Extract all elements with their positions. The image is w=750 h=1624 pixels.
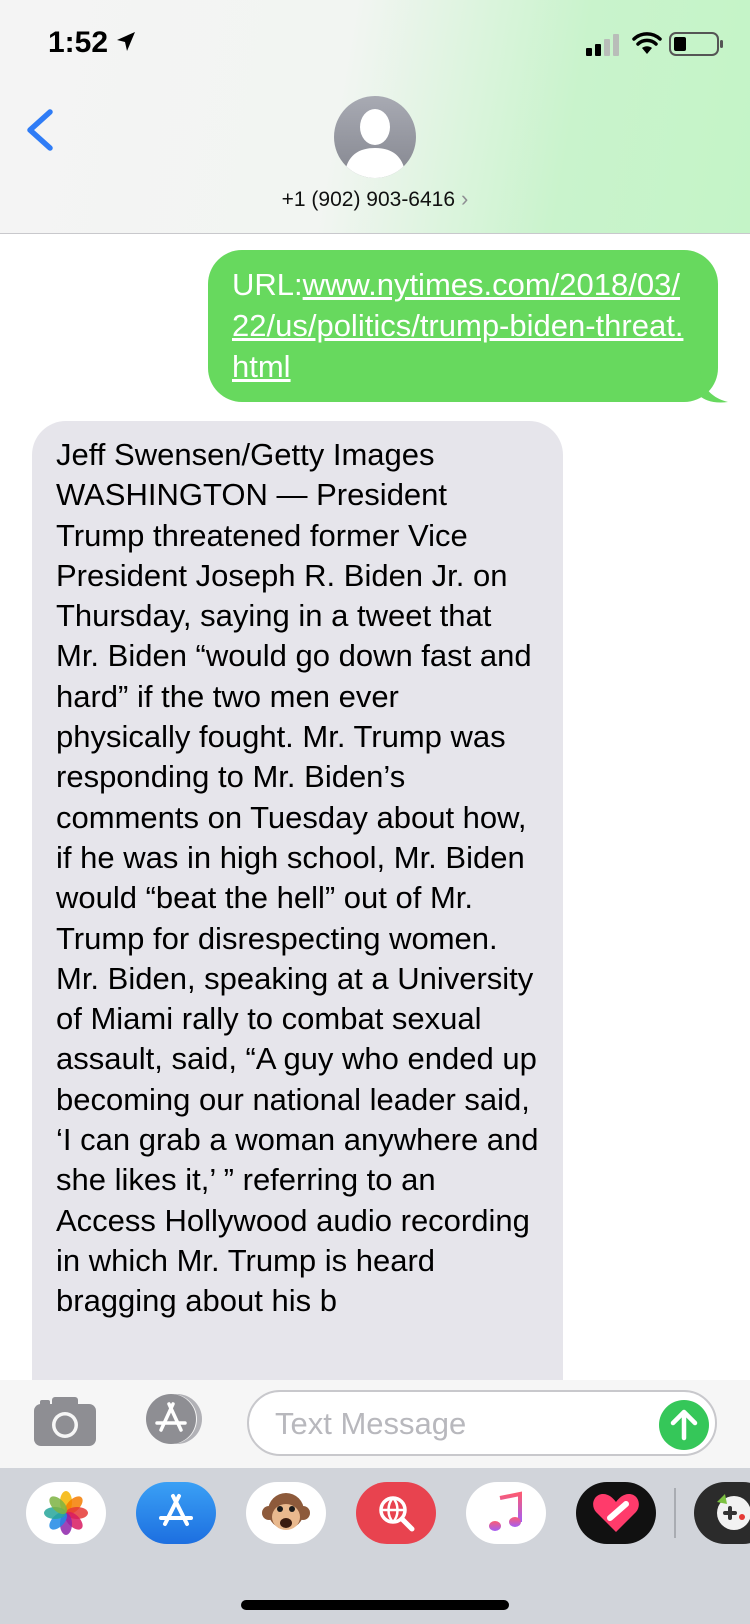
- heart-app-button[interactable]: [576, 1482, 656, 1544]
- status-time: 1:52: [48, 26, 109, 59]
- sent-message-bubble[interactable]: URL:www.nytimes.com/2018/03/22/us/politi…: [208, 250, 718, 402]
- location-arrow-icon: [117, 32, 135, 51]
- photos-app-button[interactable]: [26, 1482, 106, 1544]
- battery-icon: [669, 32, 723, 56]
- home-indicator[interactable]: [241, 1600, 509, 1610]
- message-text-field[interactable]: [247, 1390, 717, 1456]
- camera-button[interactable]: [32, 1394, 98, 1453]
- sent-message-text: URL:www.nytimes.com/2018/03/22/us/politi…: [232, 264, 694, 387]
- game-app-button[interactable]: [694, 1482, 750, 1544]
- contact-avatar[interactable]: [334, 96, 416, 178]
- wifi-icon: [632, 32, 662, 54]
- app-drawer-divider: [674, 1488, 676, 1538]
- app-store-icon: [159, 1494, 193, 1526]
- send-button[interactable]: [659, 1400, 709, 1450]
- music-app-button[interactable]: [466, 1482, 546, 1544]
- arrow-up-icon: [670, 1409, 698, 1441]
- heart-icon: [593, 1494, 639, 1532]
- contact-phone-number: +1 (902) 903-6416: [281, 188, 456, 211]
- globe-search-icon: [379, 1496, 415, 1532]
- back-button[interactable]: [18, 100, 62, 160]
- person-silhouette-icon: [344, 109, 406, 178]
- game-controller-icon: [717, 1494, 750, 1530]
- camera-icon: [34, 1397, 96, 1446]
- chevron-left-icon: [27, 109, 53, 151]
- animoji-app-button[interactable]: [246, 1482, 326, 1544]
- app-store-app-button[interactable]: [136, 1482, 216, 1544]
- received-message-text: Jeff Swensen/Getty Images WASHINGTON — P…: [56, 437, 539, 1319]
- music-note-icon: [489, 1491, 522, 1531]
- app-store-button[interactable]: [139, 1392, 209, 1446]
- received-message-bubble[interactable]: Jeff Swensen/Getty Images WASHINGTON — P…: [32, 421, 563, 1421]
- chevron-right-icon: ›: [461, 186, 469, 211]
- photos-icon: [44, 1491, 88, 1535]
- url-prefix: URL:: [232, 267, 303, 302]
- message-input[interactable]: [273, 1402, 647, 1446]
- monkey-animoji-icon: [262, 1493, 310, 1530]
- web-search-app-button[interactable]: [356, 1482, 436, 1544]
- cellular-signal-icon: [586, 34, 619, 56]
- contact-name-button[interactable]: +1 (902) 903-6416 ›: [0, 186, 750, 212]
- imessage-app-drawer: [0, 1468, 750, 1624]
- sent-bubble-tail: [700, 370, 728, 403]
- app-store-icon: [146, 1394, 202, 1444]
- conversation-header: 1:52 +1 (902) 903-6416 ›: [0, 0, 750, 234]
- message-input-bar: [0, 1380, 750, 1468]
